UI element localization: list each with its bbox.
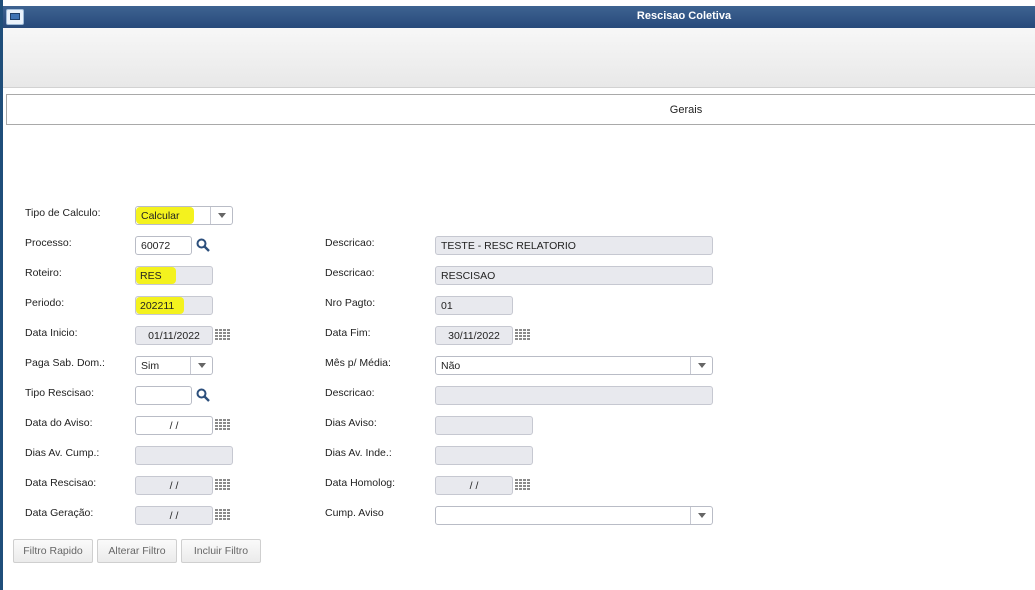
data-rescisao-calendar-icon[interactable] — [215, 479, 231, 492]
cump-aviso-select[interactable] — [435, 506, 713, 525]
chevron-down-icon[interactable] — [210, 207, 232, 224]
mes-media-label: Mês p/ Média: — [325, 357, 391, 369]
paga-sab-dom-select[interactable]: Sim — [135, 356, 213, 375]
descricao-roteiro-label: Descricao: — [325, 267, 375, 279]
data-geracao-label: Data Geração: — [25, 507, 94, 519]
periodo-value: 202211 — [136, 297, 184, 314]
tipo-calculo-label: Tipo de Calculo: — [25, 207, 101, 219]
data-aviso-input[interactable]: / / — [135, 416, 213, 435]
nro-pagto-label: Nro Pagto: — [325, 297, 376, 309]
descricao-rescisao-field — [435, 386, 713, 405]
data-homolog-field: / / — [435, 476, 513, 495]
mes-media-value: Não — [441, 360, 461, 372]
roteiro-label: Roteiro: — [25, 267, 62, 279]
incluir-filtro-button[interactable]: Incluir Filtro — [181, 539, 261, 563]
tipo-rescisao-label: Tipo Rescisao: — [25, 387, 95, 399]
data-geracao-field: / / — [135, 506, 213, 525]
chevron-down-icon[interactable] — [690, 357, 712, 374]
data-geracao-calendar-icon[interactable] — [215, 509, 231, 522]
dias-aviso-field — [435, 416, 533, 435]
data-homolog-label: Data Homolog: — [325, 477, 396, 489]
roteiro-value: RES — [136, 267, 176, 284]
periodo-label: Periodo: — [25, 297, 65, 309]
rescisao-coletiva-window: Rescisao Coletiva Gerais Tipo de Calculo… — [0, 0, 1035, 590]
toolbar — [3, 28, 1035, 88]
data-aviso-label: Data do Aviso: — [25, 417, 93, 429]
tipo-calculo-select[interactable]: Calcular — [135, 206, 233, 225]
descricao-roteiro-field: RESCISAO — [435, 266, 713, 285]
window-left-border — [0, 0, 3, 590]
dias-av-cump-label: Dias Av. Cump.: — [25, 447, 100, 459]
processo-search-icon[interactable] — [196, 238, 210, 252]
processo-input[interactable]: 60072 — [135, 236, 192, 255]
chevron-down-icon[interactable] — [190, 357, 212, 374]
descricao-processo-field: TESTE - RESC RELATORIO — [435, 236, 713, 255]
alterar-filtro-button[interactable]: Alterar Filtro — [97, 539, 177, 563]
mes-media-select[interactable]: Não — [435, 356, 713, 375]
dias-av-cump-field — [135, 446, 233, 465]
tipo-calculo-value: Calcular — [136, 207, 194, 224]
cump-aviso-label: Cump. Aviso — [325, 507, 384, 519]
paga-sab-dom-value: Sim — [141, 360, 160, 372]
window-title: Rescisao Coletiva — [636, 10, 732, 22]
filtro-rapido-button[interactable]: Filtro Rapido — [13, 539, 93, 563]
title-bar: Rescisao Coletiva — [3, 6, 1035, 28]
descricao-rescisao-label: Descricao: — [325, 387, 375, 399]
paga-sab-dom-label: Paga Sab. Dom.: — [25, 357, 105, 369]
data-inicio-label: Data Inicio: — [25, 327, 78, 339]
tab-gerais[interactable]: Gerais — [7, 104, 1035, 116]
tab-strip: Gerais — [6, 94, 1035, 125]
roteiro-field: RES — [135, 266, 213, 285]
dias-av-inde-field — [435, 446, 533, 465]
tipo-rescisao-search-icon[interactable] — [196, 388, 210, 402]
data-rescisao-field: / / — [135, 476, 213, 495]
dias-av-inde-label: Dias Av. Inde.: — [325, 447, 392, 459]
data-aviso-calendar-icon[interactable] — [215, 419, 231, 432]
data-inicio-field: 01/11/2022 — [135, 326, 213, 345]
data-fim-label: Data Fim: — [325, 327, 371, 339]
data-rescisao-label: Data Rescisao: — [25, 477, 97, 489]
data-homolog-calendar-icon[interactable] — [515, 479, 531, 492]
periodo-field: 202211 — [135, 296, 213, 315]
processo-label: Processo: — [25, 237, 72, 249]
chevron-down-icon[interactable] — [690, 507, 712, 524]
tipo-rescisao-input[interactable] — [135, 386, 192, 405]
data-inicio-calendar-icon[interactable] — [215, 329, 231, 342]
dias-aviso-label: Dias Aviso: — [325, 417, 377, 429]
data-fim-calendar-icon[interactable] — [515, 329, 531, 342]
descricao-processo-label: Descricao: — [325, 237, 375, 249]
data-fim-field: 30/11/2022 — [435, 326, 513, 345]
nro-pagto-field: 01 — [435, 296, 513, 315]
